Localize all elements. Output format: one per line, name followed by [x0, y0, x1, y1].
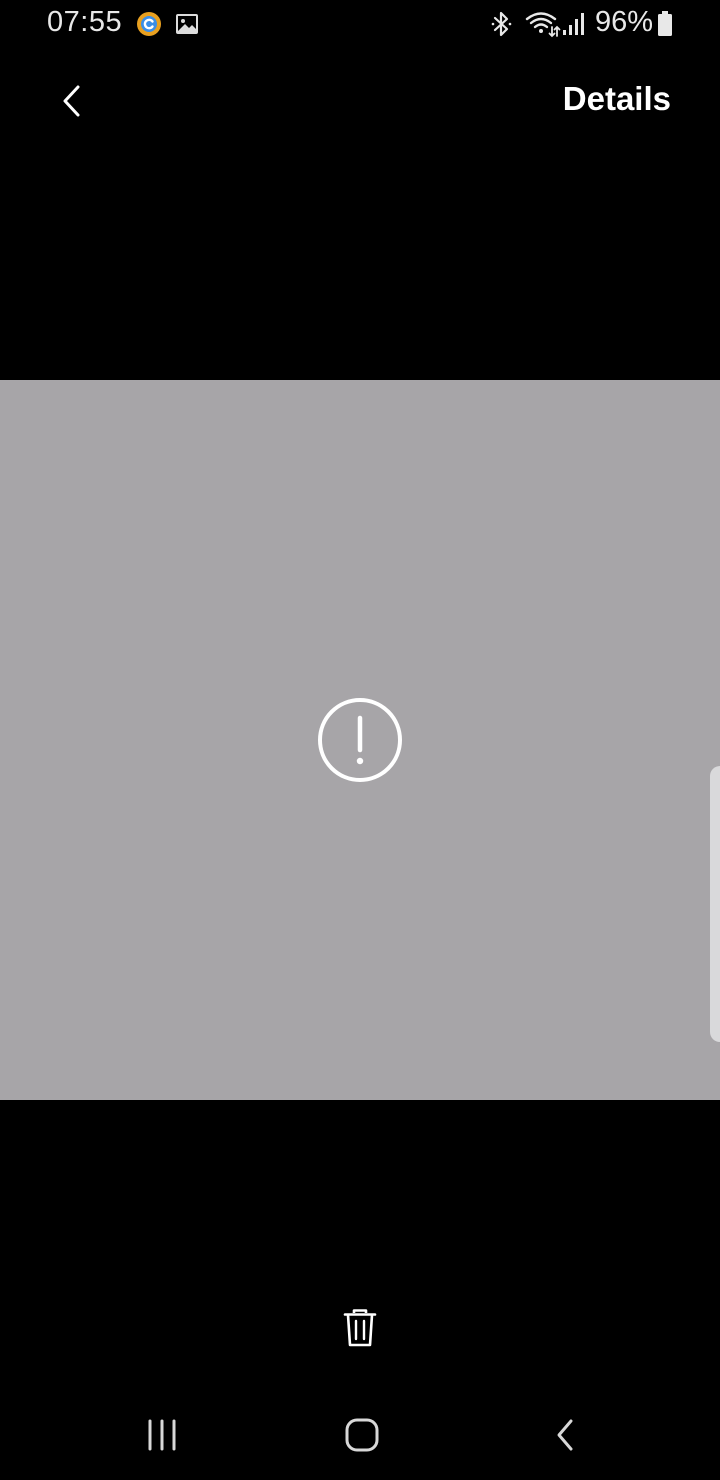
details-button[interactable]: Details: [563, 80, 671, 118]
status-time: 07:55: [47, 6, 123, 38]
nav-back-button[interactable]: [533, 1405, 597, 1465]
wifi-icon: [525, 12, 561, 38]
edge-panel-handle[interactable]: [710, 766, 720, 1042]
nav-recents-button[interactable]: [130, 1405, 194, 1465]
gallery-icon: [176, 14, 198, 34]
status-bar: 07:55 96%: [0, 0, 720, 50]
delete-button[interactable]: [336, 1304, 384, 1352]
back-icon: [557, 1419, 573, 1451]
trash-icon: [343, 1309, 377, 1347]
chevron-left-icon: [63, 85, 80, 117]
bluetooth-icon: [491, 11, 512, 37]
back-button[interactable]: [44, 72, 100, 132]
battery-icon: [658, 11, 672, 36]
recents-icon: [148, 1419, 176, 1451]
app-notification-icon: [137, 12, 161, 36]
error-circle-icon: [318, 698, 402, 782]
home-icon: [345, 1418, 379, 1452]
battery-percent: 96%: [595, 6, 654, 38]
nav-home-button[interactable]: [330, 1405, 394, 1465]
signal-icon: [563, 13, 584, 35]
